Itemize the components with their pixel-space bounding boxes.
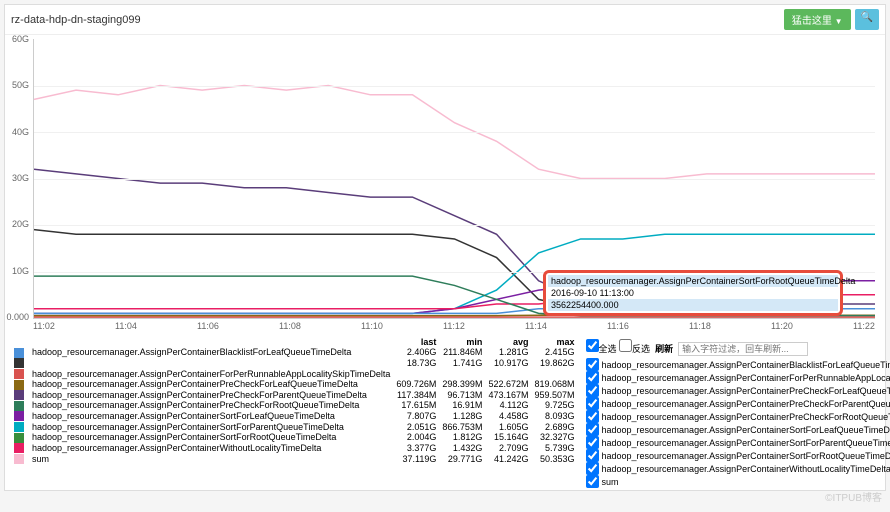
table-row: 18.73G1.741G10.917G19.862G <box>11 358 578 369</box>
filter-input[interactable] <box>678 342 808 356</box>
series-toggle[interactable]: hadoop_resourcemanager.AssignPerContaine… <box>586 436 890 449</box>
table-row: hadoop_resourcemanager.AssignPerContaine… <box>11 368 578 379</box>
series-toggle[interactable]: hadoop_resourcemanager.AssignPerContaine… <box>586 358 890 371</box>
action-button[interactable]: 猛击这里 ▼ <box>784 9 851 30</box>
series-toggle[interactable]: hadoop_resourcemanager.AssignPerContaine… <box>586 449 890 462</box>
table-row: hadoop_resourcemanager.AssignPerContaine… <box>11 379 578 390</box>
table-row: hadoop_resourcemanager.AssignPerContaine… <box>11 411 578 422</box>
table-row: hadoop_resourcemanager.AssignPerContaine… <box>11 443 578 454</box>
table-row: hadoop_resourcemanager.AssignPerContaine… <box>11 347 578 358</box>
select-all[interactable]: 全选 <box>586 344 617 354</box>
series-toggle[interactable]: hadoop_resourcemanager.AssignPerContaine… <box>586 423 890 436</box>
series-toggle[interactable]: sum <box>586 475 890 488</box>
invert-select[interactable]: 反选 <box>619 344 650 354</box>
series-toggle[interactable]: hadoop_resourcemanager.AssignPerContaine… <box>586 397 890 410</box>
tooltip: hadoop_resourcemanager.AssignPerContaine… <box>543 270 843 316</box>
table-row: hadoop_resourcemanager.AssignPerContaine… <box>11 432 578 443</box>
series-toggle[interactable]: hadoop_resourcemanager.AssignPerContaine… <box>586 462 890 475</box>
legend-table: lastminavgmaxhadoop_resourcemanager.Assi… <box>11 337 578 488</box>
table-row: hadoop_resourcemanager.AssignPerContaine… <box>11 421 578 432</box>
series-toggle[interactable]: hadoop_resourcemanager.AssignPerContaine… <box>586 371 890 384</box>
page-title: rz-data-hdp-dn-staging099 <box>11 14 141 26</box>
refresh-link[interactable]: 刷新 <box>655 344 673 354</box>
chart-area: 60G50G40G30G20G10G0.000 hadoop_resourcem… <box>5 35 885 335</box>
watermark: ©ITPUB博客 <box>825 489 882 504</box>
search-icon[interactable]: 🔍 <box>855 9 879 30</box>
series-toggle[interactable]: hadoop_resourcemanager.AssignPerContaine… <box>586 410 890 423</box>
table-row: sum37.119G29.771G41.242G50.353G <box>11 453 578 464</box>
table-row: hadoop_resourcemanager.AssignPerContaine… <box>11 400 578 411</box>
table-row: hadoop_resourcemanager.AssignPerContaine… <box>11 390 578 401</box>
series-toggle[interactable]: hadoop_resourcemanager.AssignPerContaine… <box>586 384 890 397</box>
